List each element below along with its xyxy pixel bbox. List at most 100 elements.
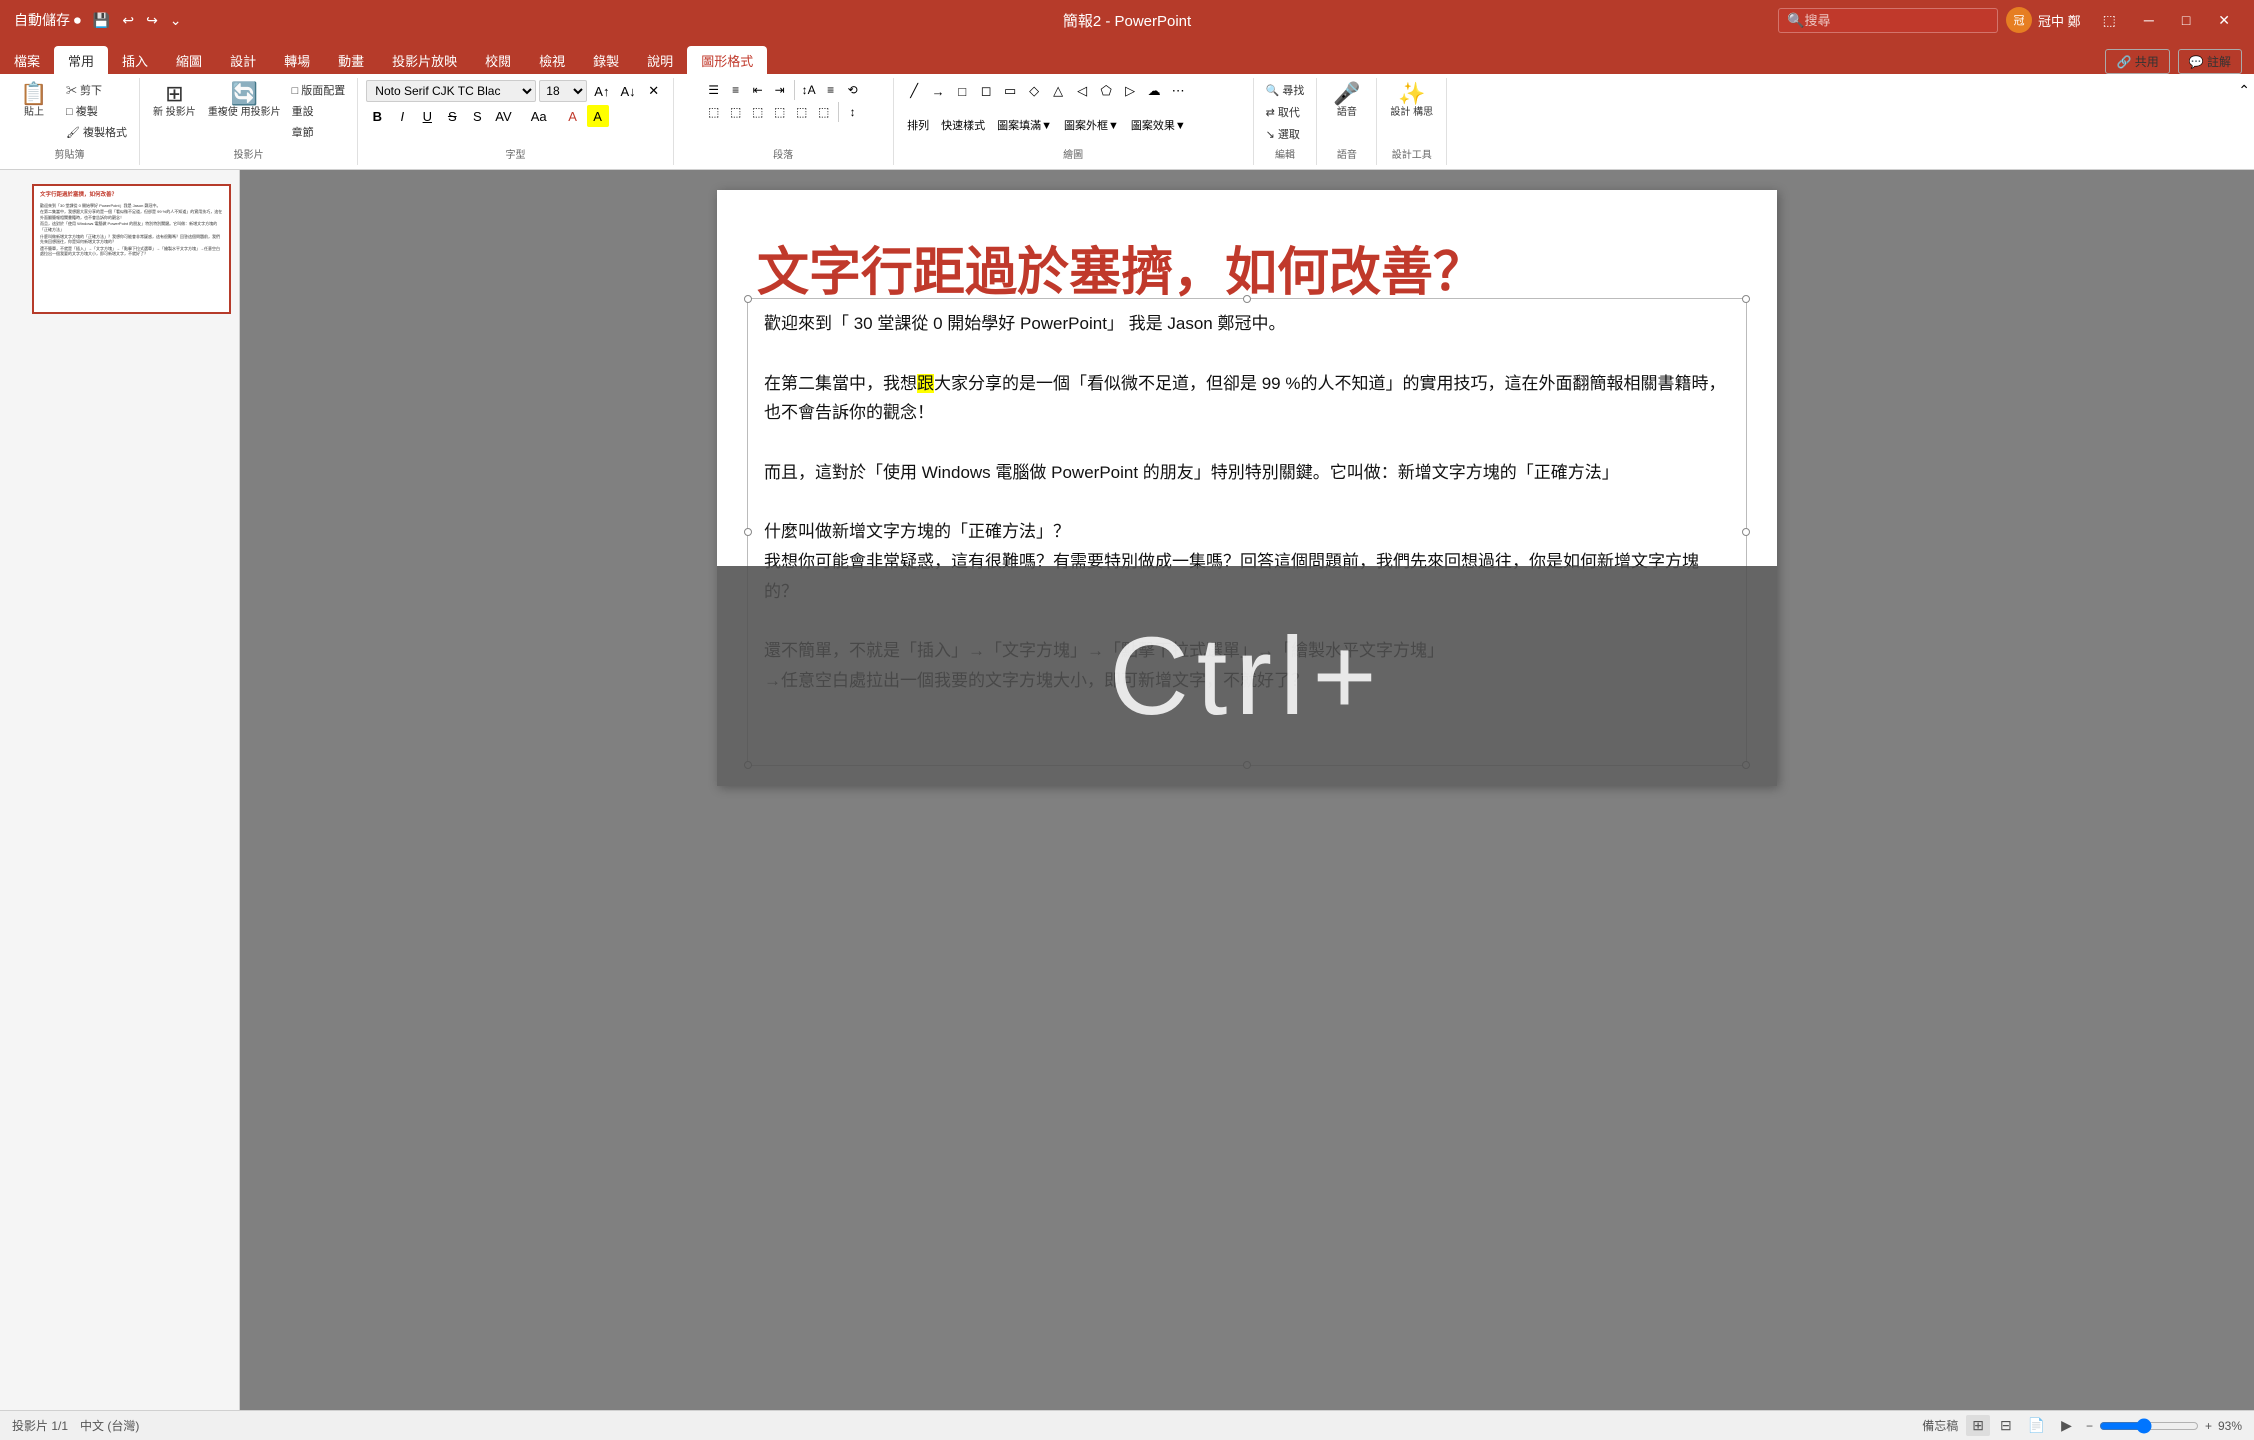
shape-rect-btn[interactable]: □ [951,80,973,102]
select-button[interactable]: ↘ 選取 [1262,124,1304,144]
auto-save-btn[interactable]: 自動儲存 ⏺ [10,8,85,32]
normal-view-btn[interactable]: ⊞ [1966,1415,1990,1436]
comment-button[interactable]: 💬 註解 [2178,49,2242,74]
increase-indent-btn[interactable]: ⇥ [770,80,790,100]
text-direction-btn[interactable]: ↕A [799,80,819,100]
align-right-btn[interactable]: ⬚ [748,102,768,122]
tab-design[interactable]: 設計 [216,46,270,74]
bullets-btn[interactable]: ☰ [704,80,724,100]
justify-btn[interactable]: ⬚ [770,102,790,122]
tab-shape-format[interactable]: 圖形格式 [687,46,767,74]
case-change-btn[interactable]: Aa [527,105,551,127]
section-button[interactable]: 章節 [288,122,350,142]
strikethrough-btn[interactable]: S [441,105,463,127]
tab-transition[interactable]: 轉場 [270,46,324,74]
shape-triangle-btn[interactable]: △ [1047,80,1069,102]
bold-btn[interactable]: B [366,105,388,127]
replace-button[interactable]: ⇄ 取代 [1262,102,1304,122]
shape-cloud-btn[interactable]: ☁ [1143,80,1165,102]
shape-line-btn[interactable]: ╱ [903,80,925,102]
dictate-button[interactable]: 🎤 語音 [1327,80,1367,122]
tab-animation[interactable]: 動畫 [324,46,378,74]
arrange-btn[interactable]: 排列 [903,114,933,136]
font-size-select[interactable]: 18 [539,80,587,102]
tab-record[interactable]: 錄製 [579,46,633,74]
format-painter-button[interactable]: 🖌 複製格式 [62,122,131,142]
italic-btn[interactable]: I [391,105,413,127]
zoom-out-btn[interactable]: − [2086,1419,2093,1433]
maximize-btn[interactable]: □ [2168,0,2204,40]
shape-round-btn[interactable]: ▭ [999,80,1021,102]
outline-btn[interactable]: 圖案外框▼ [1060,114,1123,136]
char-spacing-btn[interactable]: AV [491,105,515,127]
collapse-ribbon-btn[interactable]: ⌃ [2238,82,2250,99]
copy-button[interactable]: □ 複製 [62,101,131,121]
tab-review[interactable]: 校閱 [471,46,525,74]
undo-icon[interactable]: ↩ [118,10,138,31]
font-size-decrease-btn[interactable]: A↓ [616,80,639,102]
tab-home[interactable]: 常用 [54,46,108,74]
align-left-btn[interactable]: ⬚ [704,102,724,122]
align-center-btn[interactable]: ⬚ [726,102,746,122]
underline-btn[interactable]: U [416,105,438,127]
numbering-btn[interactable]: ≡ [726,80,746,100]
share-button[interactable]: 🔗 共用 [2105,49,2169,74]
handle-top-right[interactable] [1742,295,1750,303]
handle-right[interactable] [1742,528,1750,536]
shape-rect2-btn[interactable]: ◻ [975,80,997,102]
reset-button[interactable]: 重設 [288,101,350,121]
slide-title[interactable]: 文字行距過於塞擠，如何改善？ [757,230,1737,305]
tab-slideshow[interactable]: 投影片放映 [378,46,471,74]
text-shadow-btn[interactable]: S [466,105,488,127]
col-btn[interactable]: ⬚ [814,102,834,122]
font-size-increase-btn[interactable]: A↑ [590,80,613,102]
close-btn[interactable]: ✕ [2204,0,2244,40]
reading-view-btn[interactable]: 📄 [2022,1415,2051,1436]
shape-more-btn[interactable]: ⋯ [1167,80,1189,102]
minimize-btn[interactable]: ─ [2130,0,2168,40]
quick-styles-btn[interactable]: 快速樣式 [937,114,989,136]
tab-help[interactable]: 說明 [633,46,687,74]
shape-pentagon-btn[interactable]: ⬠ [1095,80,1117,102]
shape-rtriangle-btn[interactable]: ◁ [1071,80,1093,102]
layout-button[interactable]: □ 版面配置 [288,80,350,100]
tab-file[interactable]: 檔案 [0,46,54,74]
find-button[interactable]: 🔍 尋找 [1262,80,1309,100]
handle-left[interactable] [744,528,752,536]
tab-thumbnail[interactable]: 縮圖 [162,46,216,74]
decrease-indent-btn[interactable]: ⇤ [748,80,768,100]
align-text-btn[interactable]: ≡ [821,80,841,100]
ribbon-display-btn[interactable]: ⬚ [2089,0,2130,40]
slide-sorter-btn[interactable]: ⊟ [1994,1415,2018,1436]
save-icon[interactable]: 💾 [89,10,114,31]
zoom-in-btn[interactable]: + [2205,1419,2212,1433]
customize-icon[interactable]: ⌄ [166,10,186,31]
line-spacing-btn[interactable]: ↕ [843,102,863,122]
handle-top-left[interactable] [744,295,752,303]
zoom-slider[interactable] [2099,1418,2199,1434]
font-color-btn[interactable]: A [562,105,584,127]
font-name-select[interactable]: Noto Serif CJK TC Blac [366,80,536,102]
shape-arrow-btn[interactable]: → [927,80,949,102]
convert-smartart-btn[interactable]: ⟲ [843,80,863,100]
new-slide-button[interactable]: ⊞ 新 投影片 [148,80,201,122]
shape-chevron-btn[interactable]: ▷ [1119,80,1141,102]
search-box[interactable]: 🔍 [1778,8,1998,33]
handle-top[interactable] [1243,295,1251,303]
user-area[interactable]: 冠 冠中 鄭 [2006,7,2081,33]
slideshow-view-btn[interactable]: ▶ [2055,1415,2078,1436]
tab-insert[interactable]: 插入 [108,46,162,74]
redo-icon[interactable]: ↪ [142,10,162,31]
shape-diamond-btn[interactable]: ◇ [1023,80,1045,102]
paste-button[interactable]: 📋 貼上 [8,80,60,122]
clear-format-btn[interactable]: ✕ [643,80,665,102]
reuse-slide-button[interactable]: 🔄 重複使 用投影片 [203,80,286,122]
cut-button[interactable]: ✂ 剪下 [62,80,131,100]
justify-low-btn[interactable]: ⬚ [792,102,812,122]
tab-view[interactable]: 檢視 [525,46,579,74]
effect-btn[interactable]: 圖案效果▼ [1127,114,1190,136]
slide-1-thumbnail[interactable]: 文字行距過於塞擠，如何改善？ 歡迎來到「30 堂課從 0 開始學好 PowerP… [32,184,231,314]
fill-btn[interactable]: 圖案填滿▼ [993,114,1056,136]
search-input[interactable] [1804,13,1984,28]
highlight-color-btn[interactable]: A [587,105,609,127]
